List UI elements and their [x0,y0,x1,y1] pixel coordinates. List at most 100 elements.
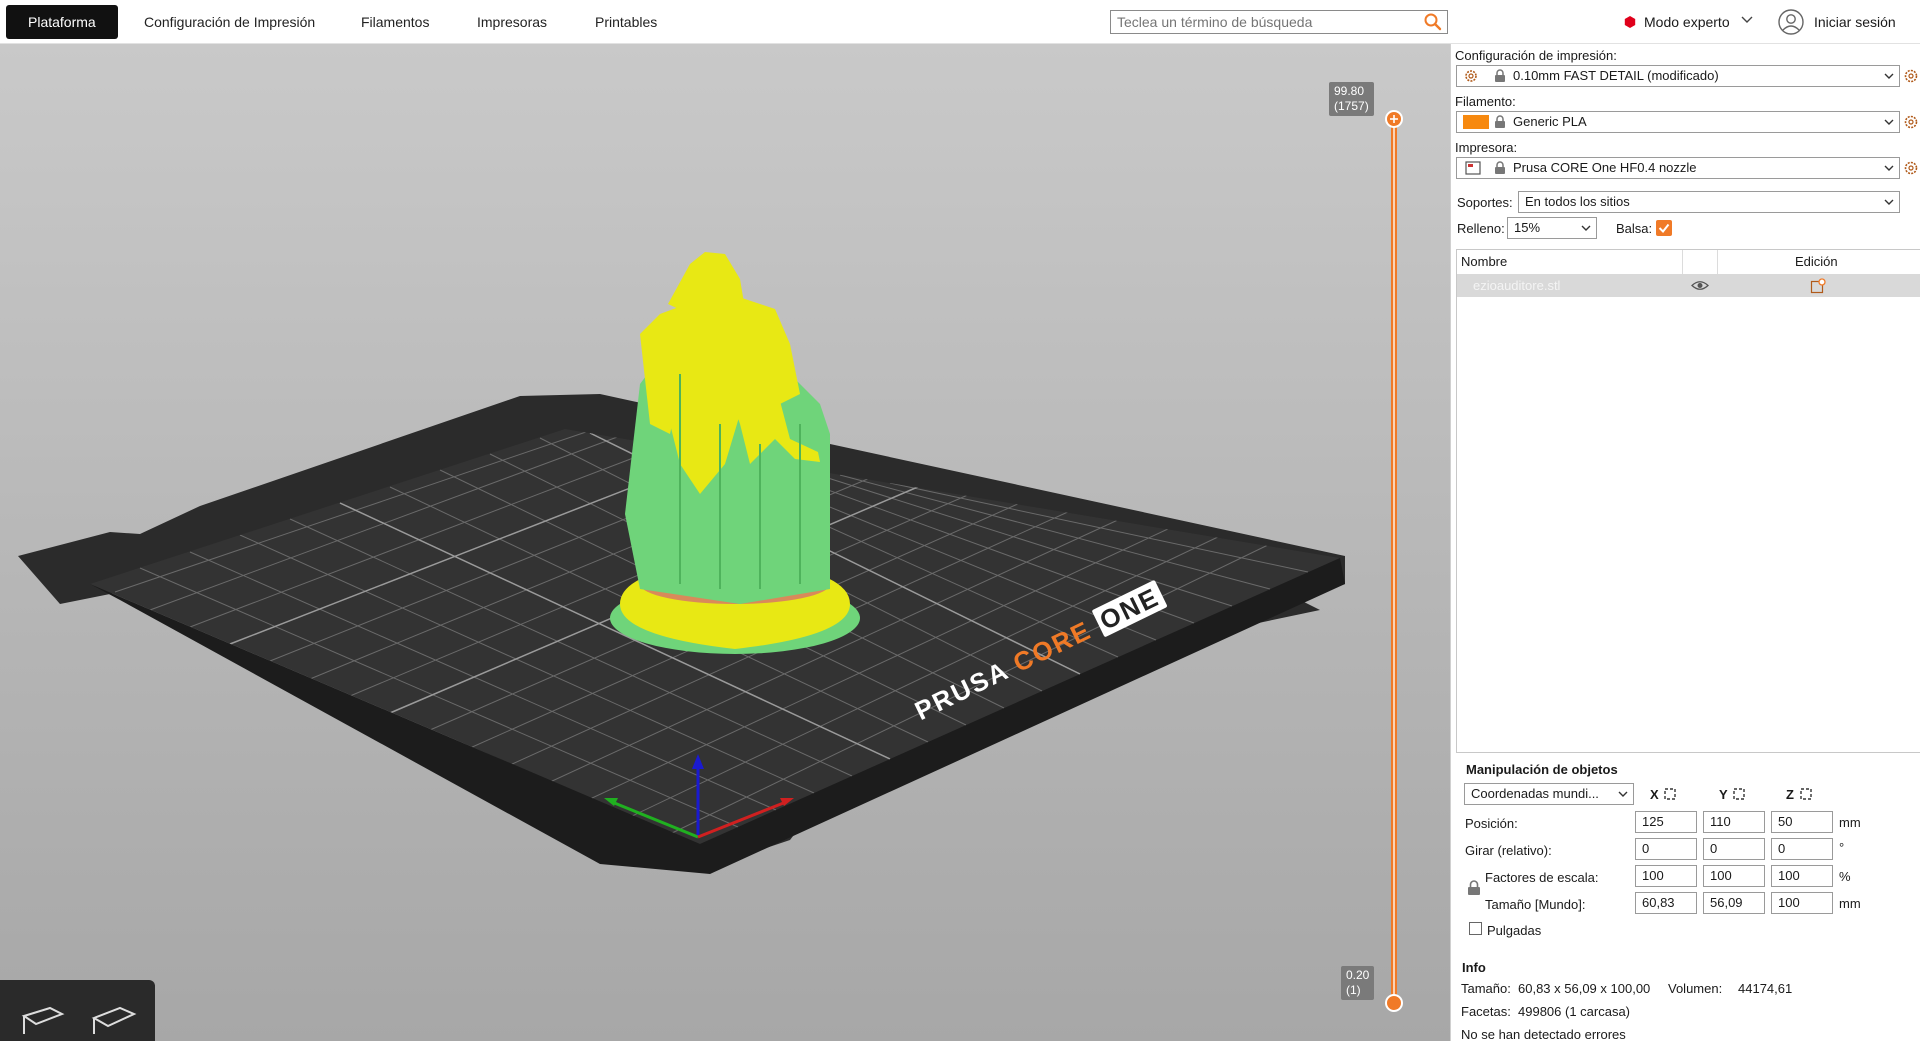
column-divider [1682,250,1683,274]
plus-icon [1390,115,1398,123]
drop-to-bed-x-icon[interactable] [1663,787,1677,801]
rotate-y-field[interactable]: 0 [1703,838,1765,860]
supports-value: En todos los sitios [1525,194,1630,209]
info-volume-label: Volumen: [1668,981,1723,996]
print-settings-gear-icon [1465,70,1477,82]
search-icon[interactable] [1423,13,1443,31]
layer-bottom-height: 0.20 [1346,968,1370,982]
lock-icon [1495,69,1505,82]
scale-label: Factores de escala: [1485,870,1599,885]
view-mode-buttons [0,980,155,1041]
eye-icon[interactable] [1691,279,1709,292]
column-divider [1717,250,1718,274]
drop-to-bed-y-icon[interactable] [1732,787,1746,801]
scale-y-field[interactable]: 100 [1703,865,1765,887]
printer-label: Impresora: [1455,140,1518,155]
top-toolbar: Plataforma Configuración de Impresión Fi… [0,0,1920,44]
edit-settings-icon[interactable] [1810,278,1826,294]
object-list-row[interactable]: ezioauditore.stl [1457,274,1920,297]
info-facets-value: 499806 (1 carcasa) [1518,1004,1631,1019]
supports-combo[interactable]: En todos los sitios [1518,191,1900,213]
inches-checkbox[interactable] [1469,922,1482,935]
printer-combo[interactable]: Prusa CORE One HF0.4 nozzle [1456,157,1900,179]
tab-configuracion-impresion[interactable]: Configuración de Impresión [144,5,315,39]
info-facets-row: Facetas: 499806 (1 carcasa) [1461,1004,1630,1019]
3d-viewport[interactable]: PRUSA CORE ONE 99.80 (1757) 0.20 (1) [0,44,1450,1041]
rotate-unit: ° [1839,840,1845,855]
lock-icon [1495,161,1505,174]
print-settings-edit-gear-icon[interactable] [1903,68,1919,84]
user-avatar-icon [1778,9,1804,35]
expert-mode-hexagon-icon [1624,16,1636,28]
mode-label: Modo experto [1644,14,1730,30]
filament-combo[interactable]: Generic PLA [1456,111,1900,133]
search-box[interactable] [1110,10,1448,34]
filament-color-swatch [1463,115,1489,129]
position-z-field[interactable]: 50 [1771,811,1833,833]
coordinates-combo[interactable]: Coordenadas mundi... [1464,783,1634,805]
tab-plataforma[interactable]: Plataforma [6,5,118,39]
position-x-field[interactable]: 125 [1635,811,1697,833]
lock-icon [1495,115,1505,128]
layer-bottom-handle[interactable] [1385,994,1403,1012]
printer-edit-gear-icon[interactable] [1903,160,1919,176]
info-title: Info [1462,960,1486,975]
print-settings-combo[interactable]: 0.10mm FAST DETAIL (modificado) [1456,65,1900,87]
preview-view-icon[interactable] [84,996,144,1036]
info-errors-text: No se han detectado errores [1461,1027,1626,1042]
supports-label: Soportes: [1457,195,1513,210]
filament-value: Generic PLA [1513,114,1587,129]
size-unit: mm [1839,896,1861,911]
size-y-field[interactable]: 56,09 [1703,892,1765,914]
info-facets-label: Facetas: [1461,1004,1511,1019]
position-y-field[interactable]: 110 [1703,811,1765,833]
brim-checkbox[interactable] [1656,220,1672,236]
size-x-field[interactable]: 60,83 [1635,892,1697,914]
rotate-label: Girar (relativo): [1465,843,1552,858]
chevron-down-icon [1581,225,1591,231]
object-manipulation-title: Manipulación de objetos [1466,762,1618,777]
object-name[interactable]: ezioauditore.stl [1473,278,1560,293]
size-z-field[interactable]: 100 [1771,892,1833,914]
inches-label: Pulgadas [1487,923,1542,938]
info-volume-value: 44174,61 [1738,981,1793,996]
axis-z-header: Z [1786,787,1794,802]
object-list-header: Nombre Edición [1457,250,1920,275]
chevron-down-icon [1884,199,1894,205]
scale-z-field[interactable]: 100 [1771,865,1833,887]
axis-y-header: Y [1719,787,1728,802]
scale-lock-icon[interactable] [1467,880,1481,896]
filament-label: Filamento: [1455,94,1516,109]
coordinates-value: Coordenadas mundi... [1471,786,1599,801]
tab-impresoras[interactable]: Impresoras [477,5,547,39]
printer-icon [1465,161,1481,175]
tab-filamentos[interactable]: Filamentos [361,5,429,39]
scale-x-field[interactable]: 100 [1635,865,1697,887]
layer-top-index: (1757) [1334,99,1369,113]
layer-top-handle[interactable] [1385,110,1403,128]
3d-view-icon[interactable] [10,996,70,1036]
chevron-down-icon [1884,73,1894,79]
rotate-x-field[interactable]: 0 [1635,838,1697,860]
layer-bottom-label: 0.20 (1) [1341,966,1375,1000]
chevron-down-icon [1741,16,1753,23]
scale-unit: % [1839,869,1851,884]
settings-sidebar: Configuración de impresión: 0.10mm FAST … [1450,44,1920,1042]
infill-value: 15% [1514,220,1541,235]
search-input[interactable] [1117,13,1407,31]
column-name-header[interactable]: Nombre [1461,254,1507,269]
layer-slider-range [1393,124,1395,999]
printer-value: Prusa CORE One HF0.4 nozzle [1513,160,1697,175]
column-edit-header[interactable]: Edición [1795,254,1838,269]
filament-edit-gear-icon[interactable] [1903,114,1919,130]
layer-top-label: 99.80 (1757) [1329,82,1374,116]
tab-printables[interactable]: Printables [595,5,657,39]
drop-to-bed-z-icon[interactable] [1799,787,1813,801]
axis-x-header: X [1650,787,1659,802]
info-size-label: Tamaño: [1461,981,1511,996]
infill-combo[interactable]: 15% [1507,217,1597,239]
object-list: Nombre Edición ezioauditore.stl [1456,249,1920,753]
print-settings-label: Configuración de impresión: [1455,48,1617,63]
rotate-z-field[interactable]: 0 [1771,838,1833,860]
position-unit: mm [1839,815,1861,830]
